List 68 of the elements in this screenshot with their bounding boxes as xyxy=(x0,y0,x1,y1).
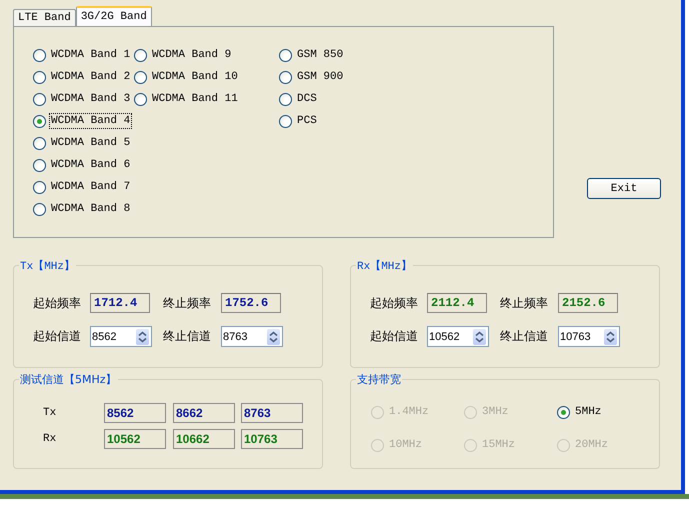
row-label: Rx xyxy=(43,433,58,445)
readout-field: 8662 xyxy=(173,403,235,423)
radio-button[interactable] xyxy=(33,114,46,128)
radio-label: WCDMA Band 5 xyxy=(50,136,132,150)
radio-button[interactable] xyxy=(134,70,147,84)
radio-label: 5MHz xyxy=(574,405,602,419)
radio-button[interactable] xyxy=(279,70,292,84)
field-label: 起始信道 xyxy=(33,328,82,345)
field-label: 终止频率 xyxy=(500,294,549,312)
spin-button[interactable] xyxy=(267,328,280,344)
radio-label: 20MHz xyxy=(574,438,610,452)
field-label: 起始信道 xyxy=(370,328,419,345)
group-title: Rx【MHz】 xyxy=(356,258,414,273)
radio-button[interactable] xyxy=(279,114,292,128)
radio-button[interactable] xyxy=(33,136,46,150)
radio-label: GSM 900 xyxy=(296,70,344,84)
radio-button[interactable] xyxy=(279,92,292,106)
field-label: 终止信道 xyxy=(500,328,549,345)
readout-field: 8763 xyxy=(241,403,303,423)
radio-label: 15MHz xyxy=(481,438,516,452)
radio-label: WCDMA Band 6 xyxy=(50,158,132,172)
readout-field: 2112.4 xyxy=(427,293,487,313)
readout-field: 8562 xyxy=(104,403,166,423)
radio-label: WCDMA Band 7 xyxy=(50,180,132,194)
field-label: 终止频率 xyxy=(163,294,212,312)
radio-label: WCDMA Band 1 xyxy=(50,48,132,62)
row-label: Tx xyxy=(43,407,58,419)
radio-button[interactable] xyxy=(134,48,147,62)
radio-label: GSM 850 xyxy=(296,48,344,62)
radio-button[interactable] xyxy=(279,48,292,62)
readout-field: 2152.6 xyxy=(558,293,618,313)
group-title: 支持带宽 xyxy=(356,372,402,387)
readout-field: 1712.4 xyxy=(90,293,150,313)
radio-label: 10MHz xyxy=(388,438,424,452)
radio-label: 1.4MHz xyxy=(388,405,430,419)
radio-label: WCDMA Band 3 xyxy=(50,92,132,106)
spin-button[interactable] xyxy=(604,328,617,344)
radio-label: WCDMA Band 11 xyxy=(151,92,239,106)
spin-button[interactable] xyxy=(473,328,486,344)
group-title: Tx【MHz】 xyxy=(19,258,76,273)
radio-button[interactable] xyxy=(33,180,46,194)
radio-label: WCDMA Band 10 xyxy=(151,70,239,84)
radio-label: WCDMA Band 8 xyxy=(50,202,132,216)
radio-label: WCDMA Band 9 xyxy=(151,48,232,62)
radio-button[interactable] xyxy=(33,48,46,62)
radio-button[interactable] xyxy=(33,202,46,216)
tab[interactable]: LTE Band xyxy=(13,9,76,26)
field-label: 起始频率 xyxy=(370,294,419,312)
radio-label: 3MHz xyxy=(481,405,510,419)
radio-label: WCDMA Band 4 xyxy=(50,114,132,128)
radio-button[interactable] xyxy=(557,406,570,418)
readout-field: 10662 xyxy=(173,429,235,449)
group-title: 测试信道【5MHz】 xyxy=(19,372,118,387)
readout-field: 10562 xyxy=(104,429,166,449)
field-label: 终止信道 xyxy=(163,328,212,345)
field-label: 起始频率 xyxy=(33,294,82,312)
radio-label: DCS xyxy=(296,92,318,106)
radio-label: PCS xyxy=(296,114,318,128)
exit-button[interactable]: Exit xyxy=(587,178,661,199)
radio-button[interactable] xyxy=(33,92,46,106)
spin-button[interactable] xyxy=(136,328,149,344)
radio-button[interactable] xyxy=(134,92,147,106)
readout-field: 10763 xyxy=(241,429,303,449)
readout-field: 1752.6 xyxy=(221,293,281,313)
radio-button[interactable] xyxy=(33,158,46,172)
tab[interactable]: 3G/2G Band xyxy=(76,6,152,26)
radio-button[interactable] xyxy=(33,70,46,84)
radio-label: WCDMA Band 2 xyxy=(50,70,132,84)
